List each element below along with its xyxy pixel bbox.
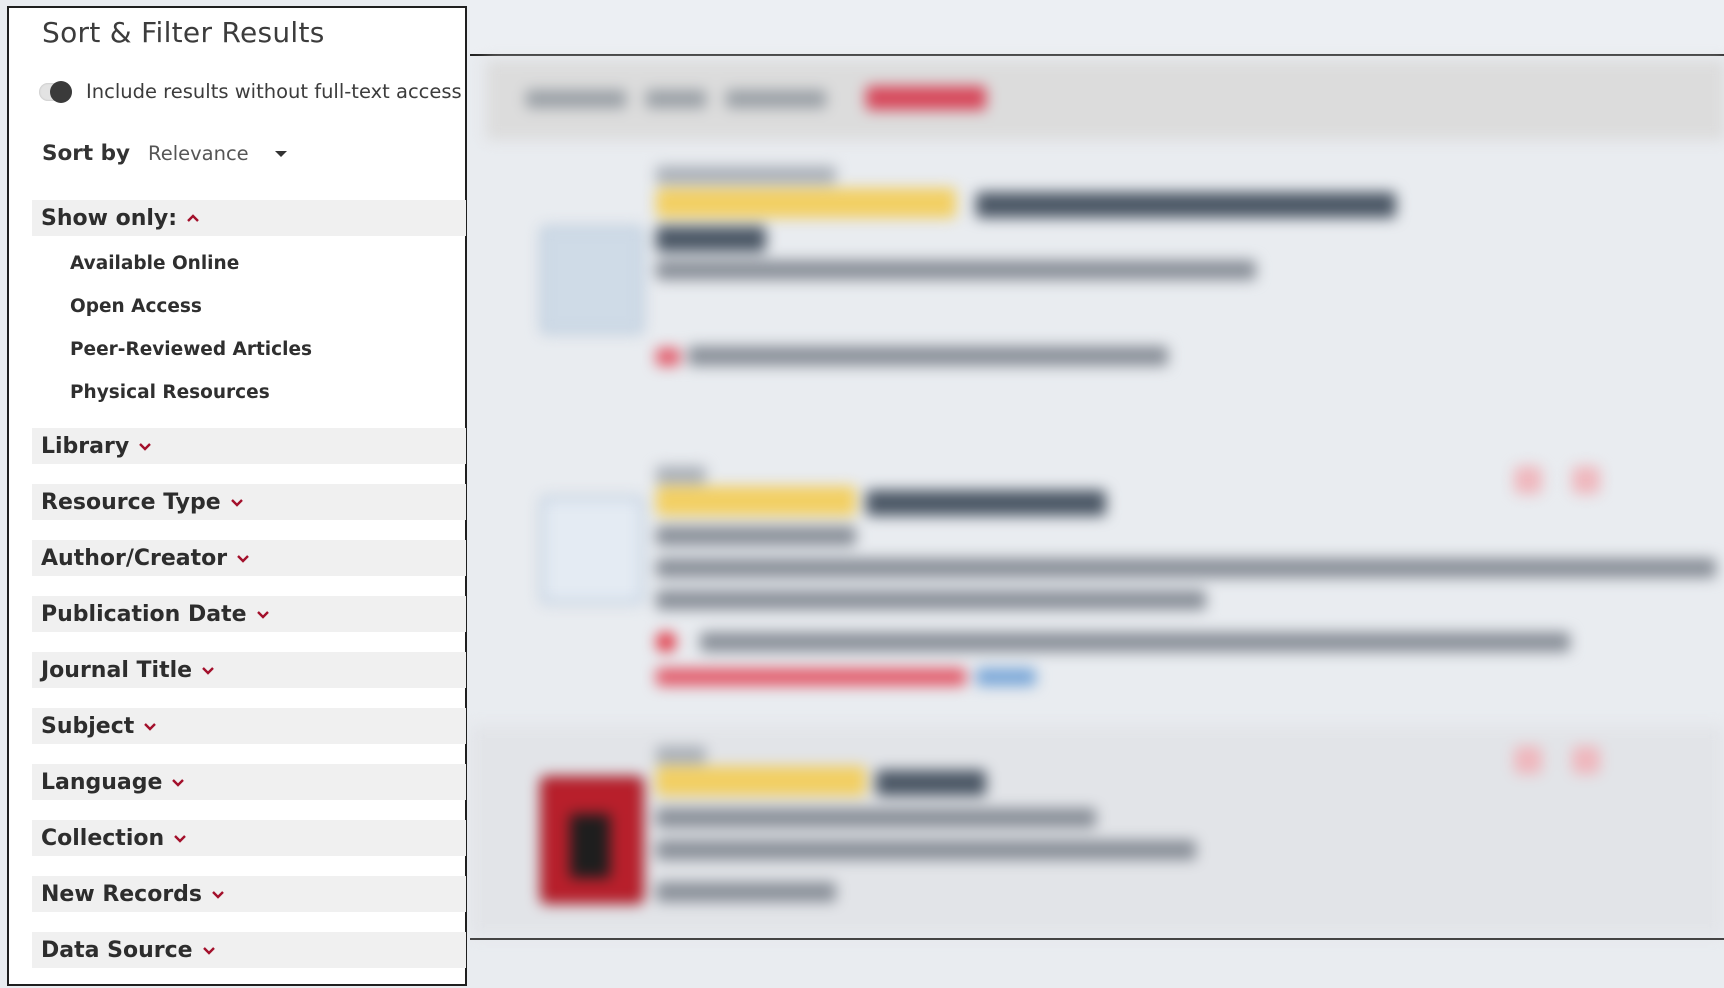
facet-label: Author/Creator: [41, 545, 228, 571]
full-text-toggle-row: Include results without full-text access: [39, 80, 462, 103]
facet-label: Collection: [41, 825, 165, 851]
facet-header-author-creator[interactable]: Author/Creator: [32, 540, 466, 576]
sort-selected-value: Relevance: [148, 142, 249, 165]
facet-label: Library: [41, 433, 130, 459]
facet-header-resource-type[interactable]: Resource Type: [32, 484, 466, 520]
facet-header-data-source[interactable]: Data Source: [32, 932, 466, 968]
full-text-toggle-label: Include results without full-text access: [86, 80, 462, 103]
chevron-down-icon: [202, 947, 215, 955]
facet-label: Language: [41, 769, 163, 795]
toggle-knob: [50, 80, 72, 103]
facet-header-library[interactable]: Library: [32, 428, 466, 464]
chevron-up-icon: [187, 214, 199, 222]
facet-label: Subject: [41, 713, 135, 739]
facet-header-journal-title[interactable]: Journal Title: [32, 652, 466, 688]
facet-header-new-records[interactable]: New Records: [32, 876, 466, 912]
full-text-toggle[interactable]: [39, 80, 72, 103]
facet-header-subject[interactable]: Subject: [32, 708, 466, 744]
facet-header-show-only[interactable]: Show only:: [32, 200, 466, 236]
chevron-down-icon: [230, 499, 243, 507]
facet-header-publication-date[interactable]: Publication Date: [32, 596, 466, 632]
facet-label: Resource Type: [41, 489, 221, 515]
show-only-open-access[interactable]: Open Access: [32, 285, 466, 328]
panel-title: Sort & Filter Results: [42, 16, 325, 49]
facet-label: Data Source: [41, 937, 193, 963]
caret-down-icon: [274, 150, 287, 157]
chevron-down-icon: [144, 723, 157, 731]
facet-header-collection[interactable]: Collection: [32, 820, 466, 856]
sort-dropdown[interactable]: Relevance: [148, 142, 287, 165]
results-area: [470, 0, 1724, 962]
facet-label: Publication Date: [41, 601, 247, 627]
chevron-down-icon: [237, 555, 249, 563]
facet-header-language[interactable]: Language: [32, 764, 466, 800]
filter-sidebar: Sort & Filter Results Include results wi…: [7, 6, 467, 986]
chevron-down-icon: [202, 667, 214, 675]
sort-row: Sort by Relevance: [42, 141, 287, 166]
show-only-peer-reviewed[interactable]: Peer-Reviewed Articles: [32, 328, 466, 371]
result-card: [470, 726, 1724, 936]
chevron-down-icon: [212, 891, 224, 899]
chevron-down-icon: [172, 779, 185, 787]
show-only-options: Available Online Open Access Peer-Review…: [32, 236, 466, 428]
show-only-physical-resources[interactable]: Physical Resources: [32, 371, 466, 414]
facet-list: Show only: Available Online Open Access …: [32, 200, 466, 988]
result-card: [470, 446, 1724, 726]
show-only-available-online[interactable]: Available Online: [32, 242, 466, 285]
results-header-strip: [470, 0, 1724, 56]
facet-label: New Records: [41, 881, 203, 907]
sort-label: Sort by: [42, 141, 131, 166]
chevron-down-icon: [139, 443, 152, 451]
facet-label: Journal Title: [41, 657, 193, 683]
results-toolbar: [486, 60, 1724, 140]
blurred-results-list: [470, 56, 1724, 936]
results-footer-line: [470, 938, 1724, 940]
facet-label: Show only:: [41, 205, 178, 231]
result-card: [470, 156, 1724, 446]
chevron-down-icon: [174, 835, 186, 843]
chevron-down-icon: [256, 611, 269, 619]
